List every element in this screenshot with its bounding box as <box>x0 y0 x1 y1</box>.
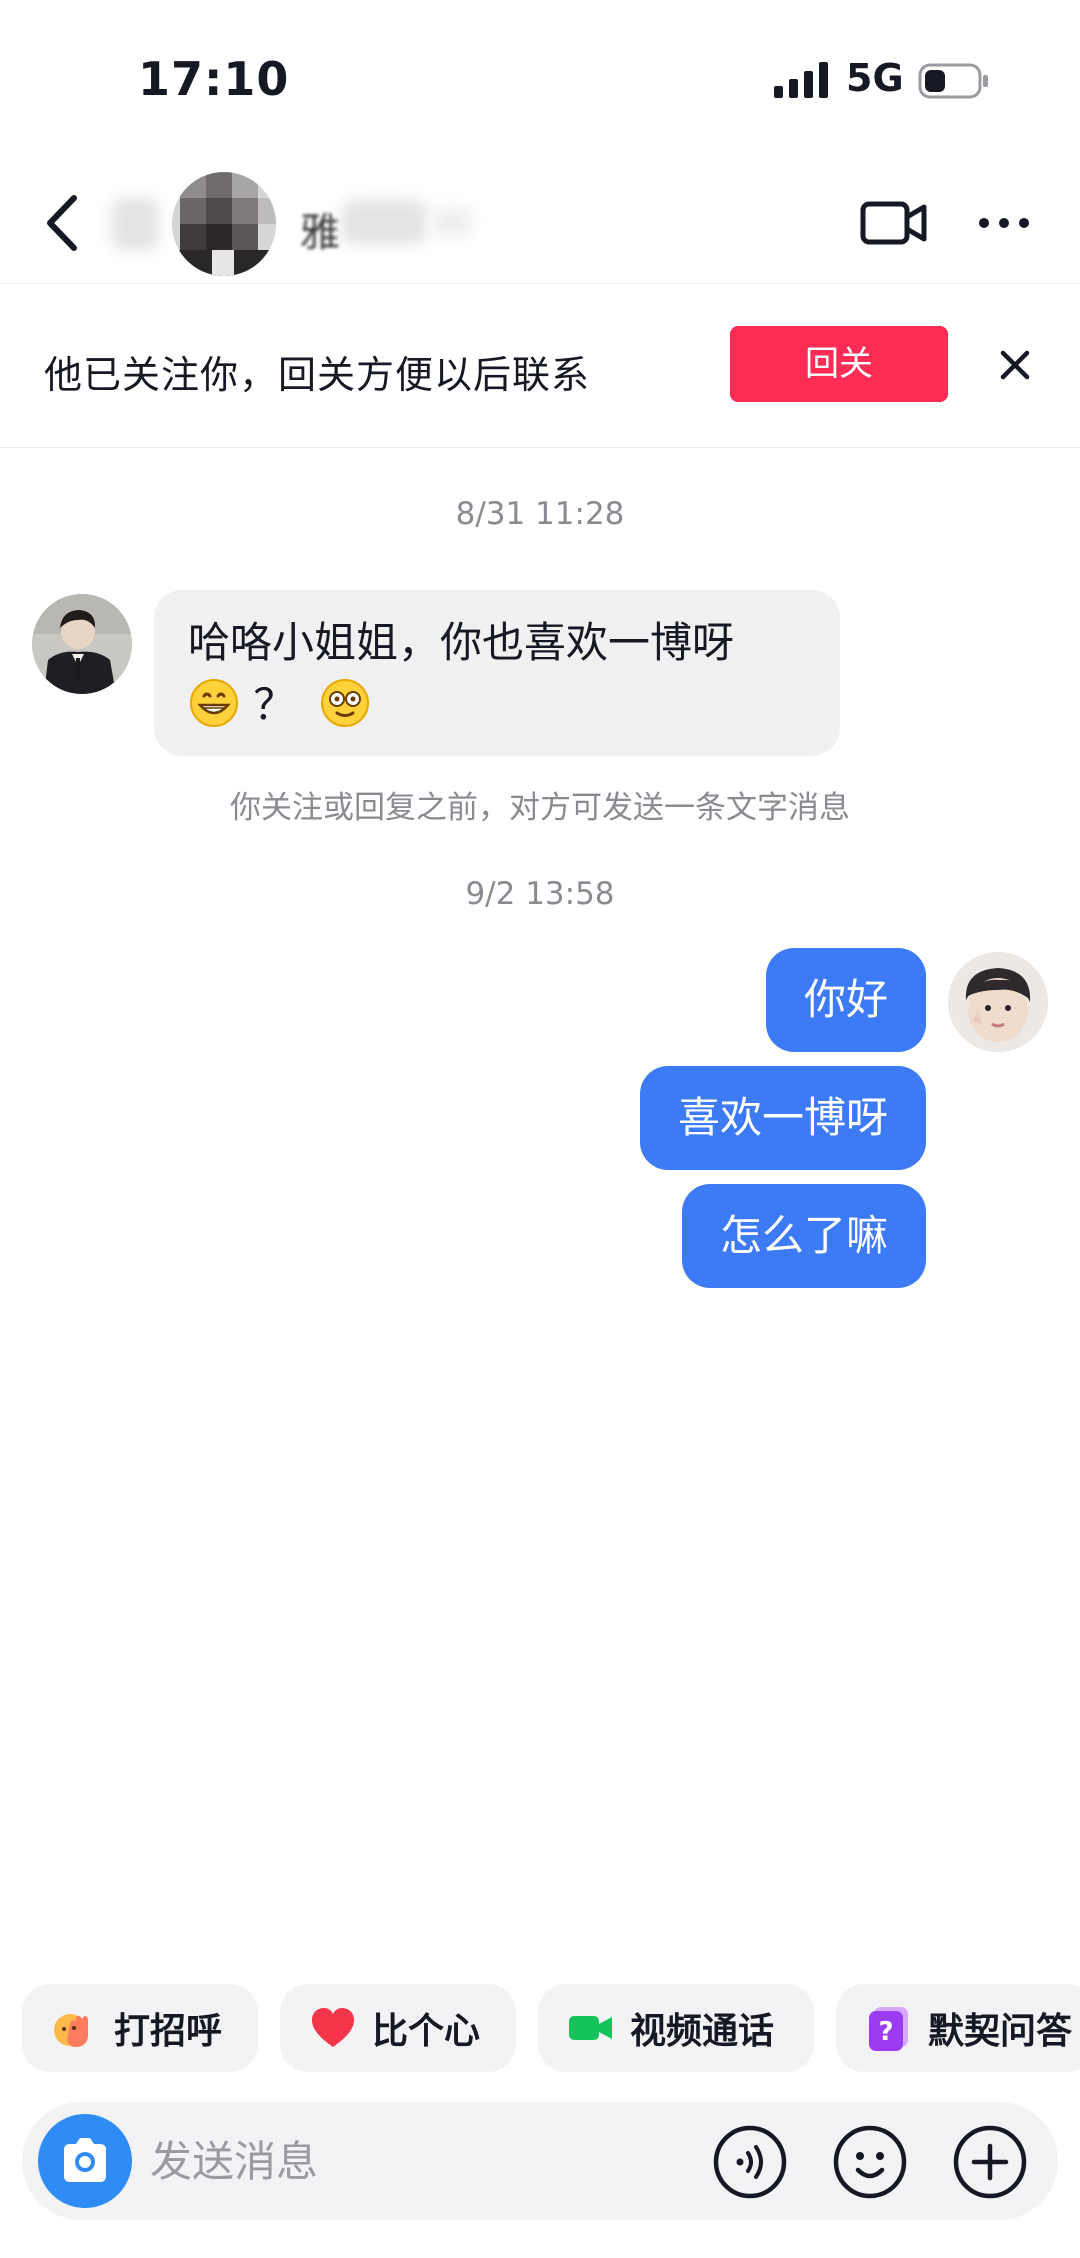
outgoing-message-bubble[interactable]: 怎么了嘛 <box>681 1184 926 1288</box>
heart-icon <box>312 2008 354 2047</box>
quick-action-quiz[interactable]: ? 默契问答 <box>836 1984 1080 2072</box>
message-limit-notice: 你关注或回复之前，对方可发送一条文字消息 <box>230 790 850 826</box>
grinning-face-emoji-icon <box>190 679 238 727</box>
follow-back-button[interactable]: 回关 <box>730 326 948 402</box>
follow-back-banner: 他已关注你，回关方便以后联系 回关 <box>0 284 1080 448</box>
quick-action-label: 默契问答 <box>928 2011 1073 2052</box>
sender-avatar-image <box>32 594 132 694</box>
battery-icon <box>918 63 988 99</box>
outgoing-message-bubble[interactable]: 喜欢一博呀 <box>639 1066 926 1170</box>
follow-back-text: 他已关注你，回关方便以后联系 <box>44 353 591 397</box>
video-camera-icon[interactable] <box>860 194 928 252</box>
chat-header: 雅 <box>0 160 1080 284</box>
plus-icon[interactable] <box>952 2124 1028 2200</box>
contact-name: 雅 <box>300 210 340 256</box>
question-mark: ？ <box>253 680 296 729</box>
camera-button[interactable] <box>38 2114 132 2208</box>
incoming-message-emoji-line: ？ <box>188 674 804 736</box>
wave-hand-icon <box>54 2014 88 2047</box>
more-options-icon[interactable] <box>976 202 1032 244</box>
status-time: 17:10 <box>138 52 290 106</box>
quick-action-greet[interactable]: 打招呼 <box>22 1984 258 2072</box>
question-card-icon: ? <box>869 2007 908 2051</box>
contact-avatar[interactable] <box>172 172 276 276</box>
pixelated-avatar-image <box>172 172 276 276</box>
signal-icon <box>774 62 828 98</box>
my-avatar-image <box>948 952 1048 1052</box>
back-arrow-icon[interactable] <box>40 188 90 258</box>
video-call-icon <box>569 2016 612 2040</box>
status-bar: 17:10 5G <box>0 0 1080 160</box>
incoming-message-text: 哈咯小姐姐，你也喜欢一博呀 <box>188 618 735 667</box>
outgoing-message-bubble[interactable]: 你好 <box>765 948 926 1052</box>
my-avatar[interactable] <box>948 952 1048 1052</box>
message-input[interactable] <box>150 2126 690 2196</box>
message-composer <box>22 2102 1058 2220</box>
quick-action-video-call[interactable]: 视频通话 <box>538 1984 814 2072</box>
quick-action-heart[interactable]: 比个心 <box>280 1984 516 2072</box>
network-type: 5G <box>846 56 904 100</box>
blurred-name-fragment <box>432 208 472 236</box>
blurred-name-fragment <box>342 200 426 244</box>
quick-actions-row: 打招呼 比个心 视频通话 ? 默契问答 <box>0 1984 1080 2072</box>
emoji-icon[interactable] <box>832 2124 908 2200</box>
blurred-name-fragment <box>112 198 158 250</box>
dizzy-face-emoji-icon <box>320 679 369 727</box>
voice-icon[interactable] <box>712 2124 788 2200</box>
camera-icon <box>64 2138 106 2182</box>
quick-action-label: 打招呼 <box>114 2011 223 2052</box>
svg-text:?: ? <box>878 2017 893 2047</box>
quick-action-label: 视频通话 <box>630 2011 775 2052</box>
close-icon[interactable] <box>990 340 1040 390</box>
incoming-message-bubble[interactable]: 哈咯小姐姐，你也喜欢一博呀 ？ <box>154 590 840 756</box>
message-timestamp: 8/31 11:28 <box>455 496 625 532</box>
sender-avatar[interactable] <box>32 594 132 694</box>
quick-action-label: 比个心 <box>372 2011 481 2052</box>
message-timestamp: 9/2 13:58 <box>465 876 615 912</box>
